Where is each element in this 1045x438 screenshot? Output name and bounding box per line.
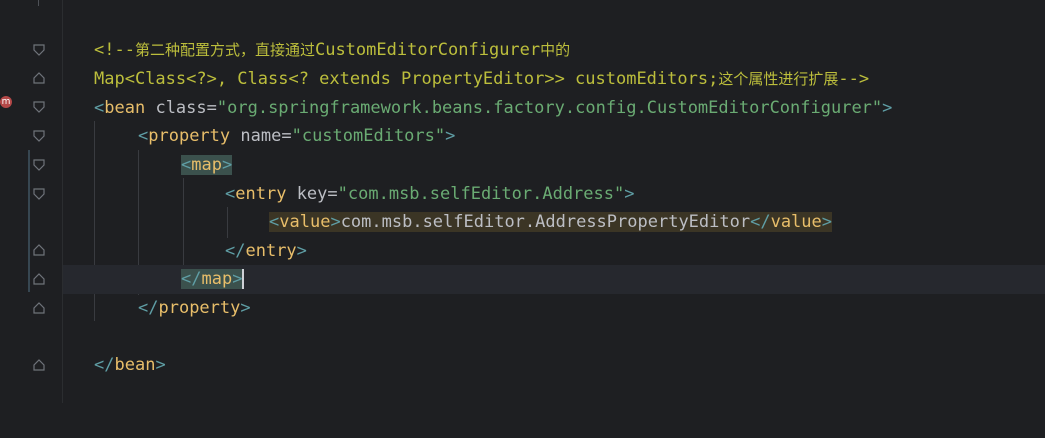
code-line[interactable]: </property>: [63, 294, 1045, 323]
tag-bracket: <: [138, 126, 149, 146]
fold-close-icon[interactable]: [33, 72, 45, 84]
code-line[interactable]: <map>: [63, 151, 1045, 180]
attr-equals: =: [206, 98, 217, 118]
tag-bracket: >: [296, 241, 307, 261]
tag-name: entry: [245, 241, 297, 261]
fold-open-icon[interactable]: [33, 188, 45, 200]
tag-bracket: <: [269, 212, 280, 232]
tag-bracket: >: [330, 212, 341, 232]
fold-open-icon[interactable]: [33, 44, 45, 56]
xml-tag-entry: <entry key="com.msb.selfEditor.Address">: [225, 180, 634, 209]
xml-comment: <!--第二种配置方式，直接通过CustomEditorConfigurer中的: [94, 36, 570, 65]
tag-name: property: [158, 298, 241, 318]
code-area[interactable]: <!--第二种配置方式，直接通过CustomEditorConfigurer中的…: [63, 0, 1045, 403]
xml-tag-bean: <bean class="org.springframework.beans.f…: [94, 94, 892, 123]
comment-text: 第二种配置方式，直接通过: [134, 41, 315, 59]
xml-end-tag-bean: </bean>: [94, 351, 166, 380]
attr-value: "com.msb.selfEditor.Address": [337, 184, 625, 204]
tag-name: entry: [235, 184, 287, 204]
code-line[interactable]: </entry>: [63, 237, 1045, 266]
fold-close-icon[interactable]: [33, 359, 45, 371]
comment-text: Map<Class<?>, Class<? extends PropertyEd…: [94, 69, 719, 89]
comment-text: 中的: [540, 41, 571, 59]
fold-close-icon[interactable]: [33, 273, 45, 285]
xml-end-tag-map: </map>: [181, 265, 245, 294]
comment-suffix: -->: [838, 69, 870, 89]
tag-name: bean: [104, 98, 146, 118]
tag-bracket: >: [155, 355, 166, 375]
xml-tag-property: <property name="customEditors">: [138, 122, 455, 151]
tag-bracket: >: [232, 269, 243, 289]
code-line[interactable]: <bean class="org.springframework.beans.f…: [63, 94, 1045, 123]
code-line[interactable]: <property name="customEditors">: [63, 122, 1045, 151]
code-line[interactable]: <!--第二种配置方式，直接通过CustomEditorConfigurer中的: [63, 36, 1045, 65]
tag-bracket: <: [94, 98, 105, 118]
tag-name: property: [148, 126, 231, 146]
tag-bracket: </: [225, 241, 246, 261]
comment-text: 这个属性进行扩展: [718, 70, 839, 88]
tag-bracket: >: [445, 126, 456, 146]
fold-open-icon[interactable]: [33, 130, 45, 142]
fold-marker-top: [38, 0, 39, 6]
tag-name: map: [201, 269, 233, 289]
code-line[interactable]: Map<Class<?>, Class<? extends PropertyEd…: [63, 65, 1045, 94]
tag-bracket: </: [94, 355, 115, 375]
comment-text: CustomEditorConfigurer: [314, 40, 541, 60]
attr-name: name: [240, 126, 282, 146]
element-highlight: <value>com.msb.selfEditor.AddressPropert…: [269, 212, 833, 232]
tag-bracket: <: [181, 155, 192, 175]
xml-tag-value: <value>com.msb.selfEditor.AddressPropert…: [269, 208, 833, 237]
element-text: com.msb.selfEditor.AddressPropertyEditor: [340, 212, 751, 232]
annotation-badge-icon[interactable]: m: [0, 96, 12, 108]
tag-bracket: >: [821, 212, 833, 232]
tag-name: map: [191, 155, 222, 175]
text-caret: [242, 269, 245, 289]
code-editor[interactable]: m <!--第二种配置方式，直接通过CustomEditorConfigurer…: [0, 0, 1045, 403]
tag-bracket: <: [225, 184, 236, 204]
code-line[interactable]: </bean>: [63, 351, 1045, 380]
attr-name: key: [296, 184, 328, 204]
fold-close-icon[interactable]: [33, 302, 45, 314]
comment-prefix: <!--: [94, 40, 135, 60]
xml-end-tag-property: </property>: [138, 294, 251, 323]
matched-tag-highlight: </map>: [181, 269, 243, 289]
attr-equals: =: [327, 184, 338, 204]
tag-name: bean: [114, 355, 156, 375]
tag-bracket: >: [882, 98, 893, 118]
tag-bracket: </: [750, 212, 771, 232]
fold-open-icon[interactable]: [33, 101, 45, 113]
attr-value: "org.springframework.beans.factory.confi…: [216, 98, 883, 118]
tag-bracket: >: [221, 155, 233, 175]
tag-name: value: [279, 212, 331, 232]
code-line[interactable]: <value>com.msb.selfEditor.AddressPropert…: [63, 208, 1045, 237]
code-line-current[interactable]: </map>: [63, 265, 1045, 294]
attr-name: class: [155, 98, 207, 118]
fold-open-icon[interactable]: [33, 159, 45, 171]
vcs-change-bar: [28, 150, 30, 292]
attr-value: "customEditors": [291, 126, 446, 146]
tag-bracket: >: [624, 184, 635, 204]
code-line[interactable]: <entry key="com.msb.selfEditor.Address">: [63, 180, 1045, 209]
attr-equals: =: [281, 126, 292, 146]
xml-end-tag-entry: </entry>: [225, 237, 307, 266]
tag-bracket: >: [240, 298, 251, 318]
xml-comment: Map<Class<?>, Class<? extends PropertyEd…: [94, 65, 869, 94]
tag-bracket: </: [138, 298, 159, 318]
editor-gutter: m: [0, 0, 62, 403]
code-line-empty[interactable]: [63, 323, 1045, 352]
xml-tag-map: <map>: [181, 151, 233, 180]
matched-tag-highlight: <map>: [181, 155, 233, 175]
tag-name: value: [770, 212, 822, 232]
fold-close-icon[interactable]: [33, 244, 45, 256]
tag-bracket: </: [181, 269, 202, 289]
